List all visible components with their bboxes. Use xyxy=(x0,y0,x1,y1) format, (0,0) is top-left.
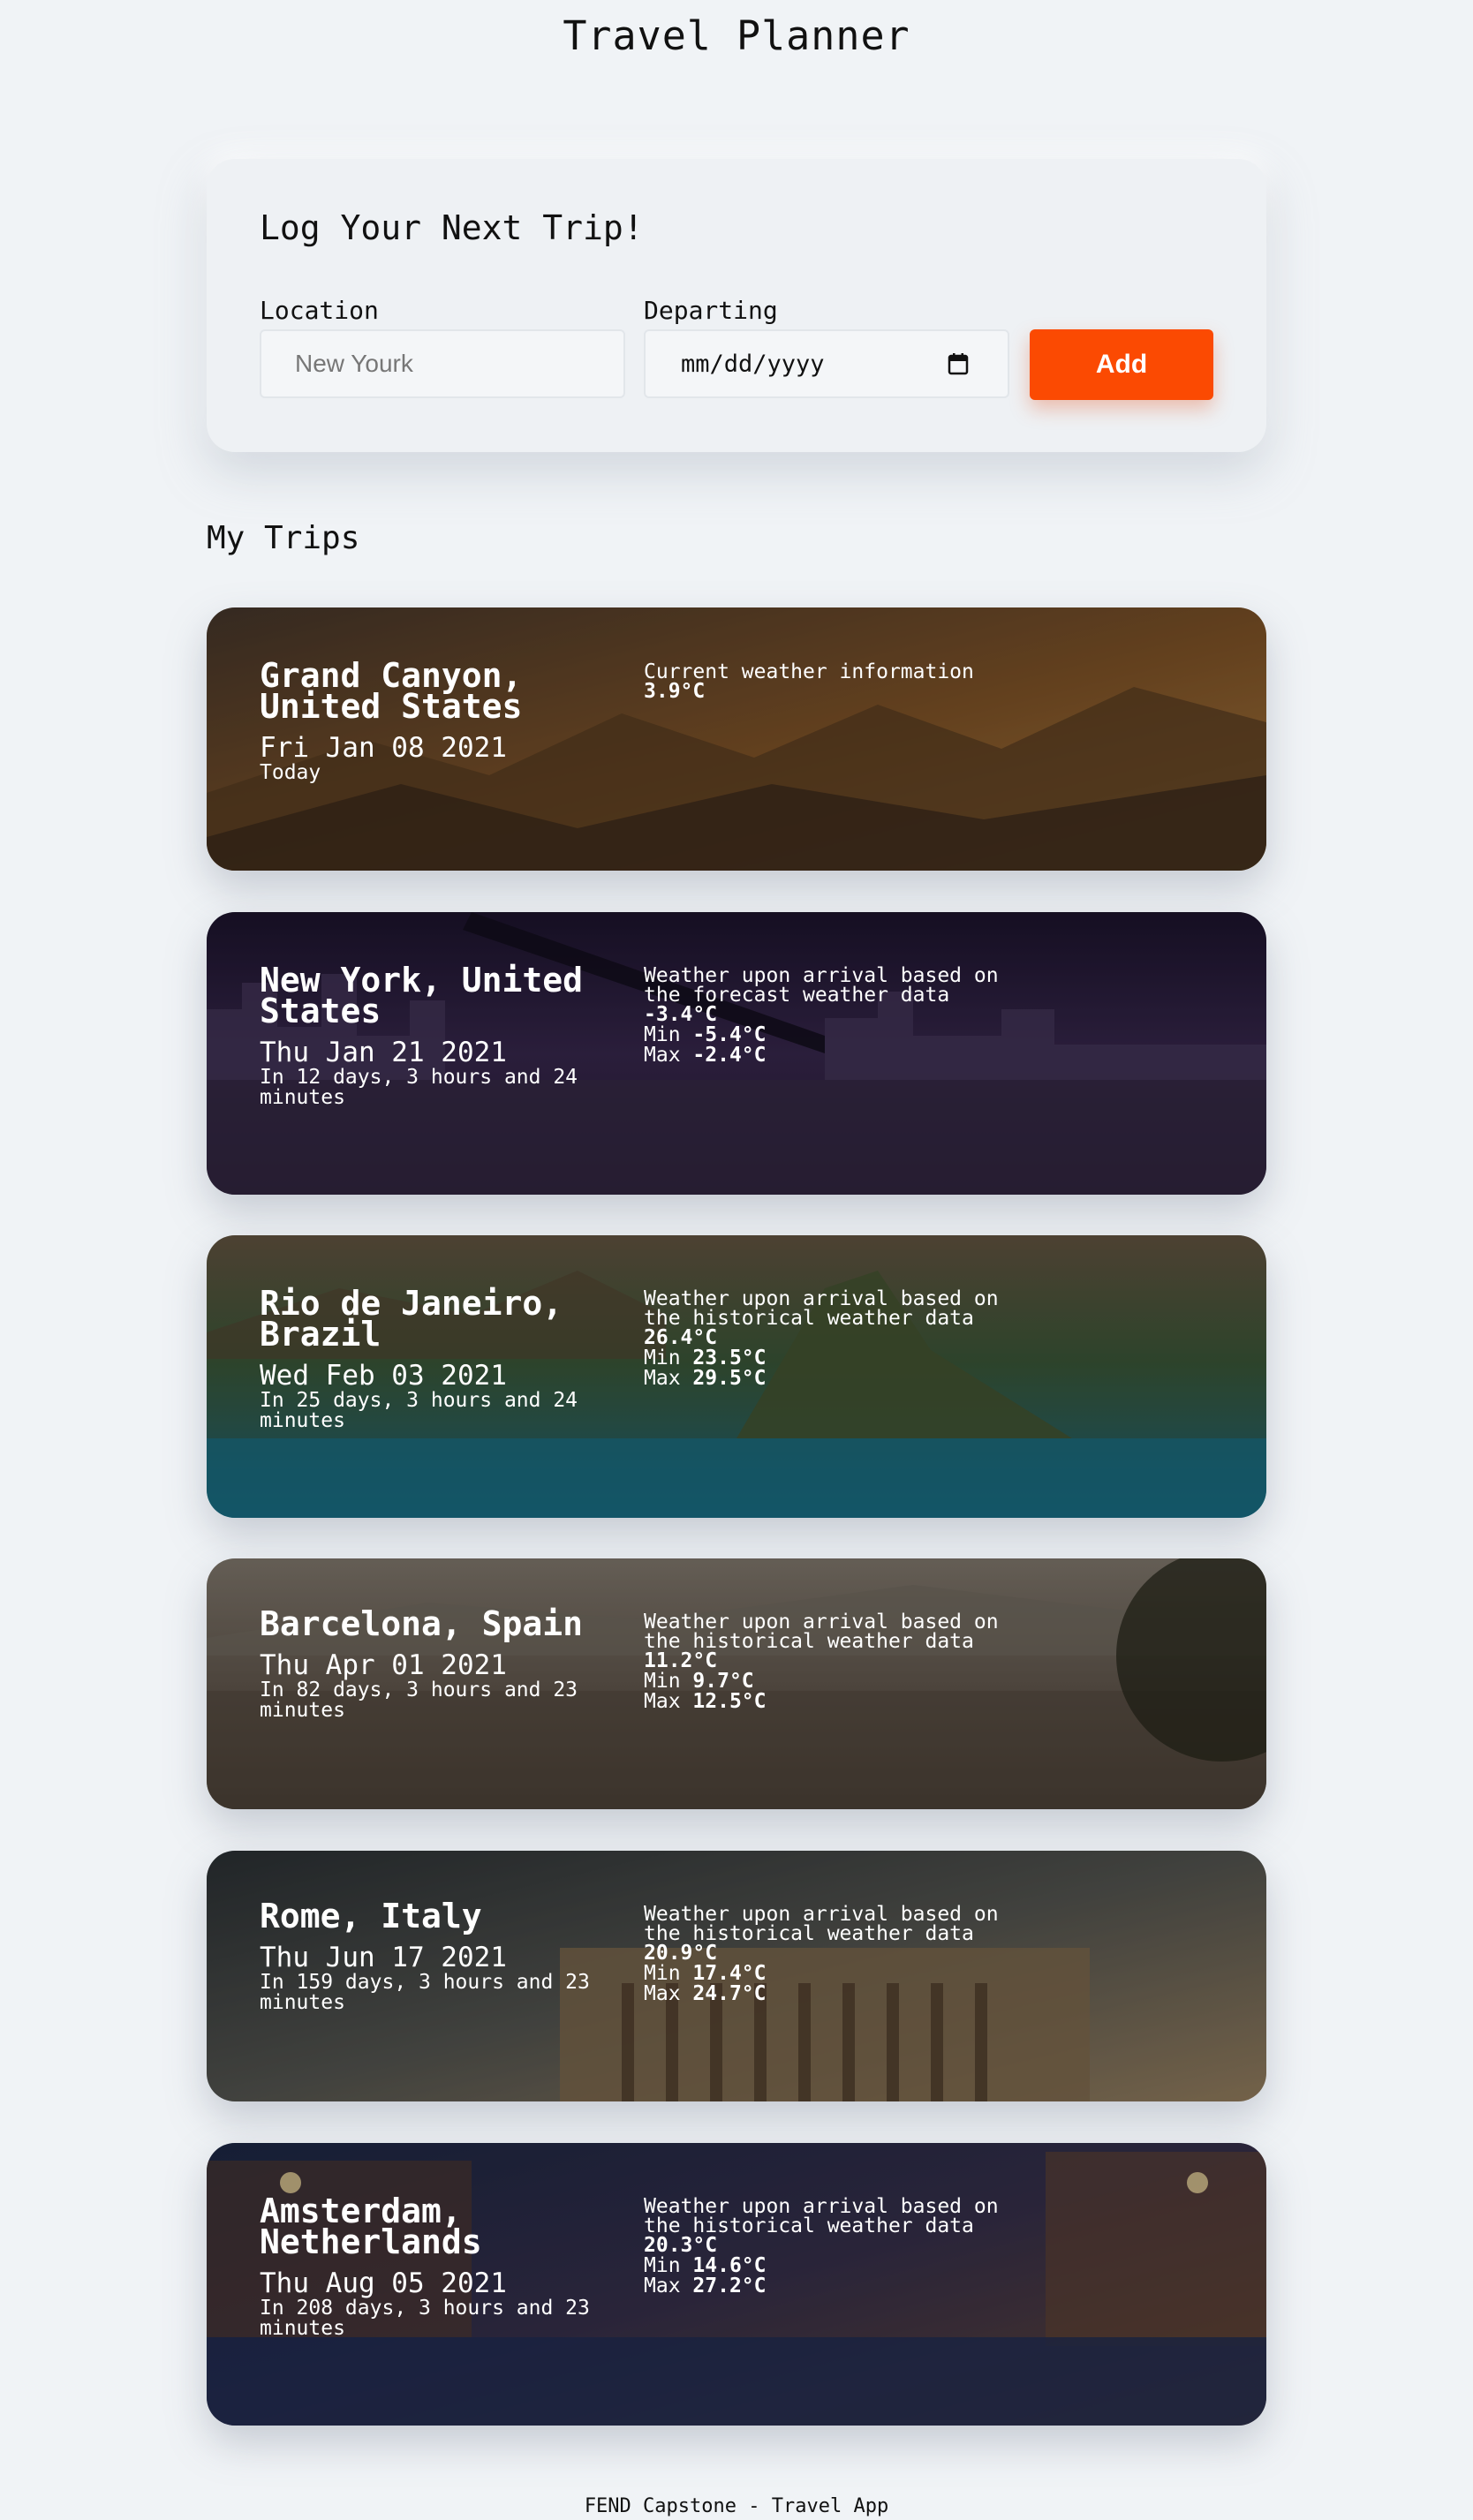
weather-min: Min 23.5°C xyxy=(644,1347,767,1369)
weather-max: Max 12.5°C xyxy=(644,1690,767,1713)
form-title: Log Your Next Trip! xyxy=(260,208,644,247)
trip-countdown: Today xyxy=(260,761,321,784)
departing-date-input[interactable]: mm/dd/yyyy xyxy=(644,329,1009,398)
departing-label: Departing xyxy=(644,296,778,325)
weather-temperature: 11.2°C xyxy=(644,1649,718,1672)
footer: FEND Capstone - Travel App xyxy=(584,2495,889,2517)
trip-date: Thu Jun 17 2021 xyxy=(260,1942,507,1973)
location-placeholder: New Yourk xyxy=(295,350,413,377)
trip-form: Log Your Next Trip! Location Departing N… xyxy=(207,159,1266,452)
trip-location: Barcelona, Spain xyxy=(260,1604,584,1643)
location-label: Location xyxy=(260,296,379,325)
trip-countdown: In 208 days, 3 hours and 23 minutes xyxy=(260,2297,590,2340)
trip-date: Wed Feb 03 2021 xyxy=(260,1360,507,1392)
trip-card: Amsterdam, Netherlands Thu Aug 05 2021 I… xyxy=(207,2143,1266,2426)
trip-card: Barcelona, Spain Thu Apr 01 2021 In 82 d… xyxy=(207,1558,1266,1809)
weather-max: Max 27.2°C xyxy=(644,2275,767,2297)
trip-countdown: In 12 days, 3 hours and 24 minutes xyxy=(260,1066,578,1109)
trip-location: Rio de Janeiro, Brazil xyxy=(260,1284,563,1354)
trip-card: Grand Canyon, United States Fri Jan 08 2… xyxy=(207,607,1266,871)
weather-description: Weather upon arrival based on the foreca… xyxy=(644,964,999,1007)
trip-location: New York, United States xyxy=(260,961,584,1030)
weather-description: Weather upon arrival based on the histor… xyxy=(644,1903,999,1945)
trips-heading: My Trips xyxy=(207,520,360,556)
weather-min: Min 9.7°C xyxy=(644,1670,754,1693)
weather-description: Current weather information xyxy=(644,660,974,683)
weather-temperature: 20.3°C xyxy=(644,2234,718,2257)
trip-card: Rome, Italy Thu Jun 17 2021 In 159 days,… xyxy=(207,1851,1266,2101)
date-placeholder: mm/dd/yyyy xyxy=(681,350,825,378)
weather-temperature: -3.4°C xyxy=(644,1003,718,1026)
trip-card: Rio de Janeiro, Brazil Wed Feb 03 2021 I… xyxy=(207,1235,1266,1518)
trip-countdown: In 25 days, 3 hours and 24 minutes xyxy=(260,1389,578,1432)
weather-min: Min 17.4°C xyxy=(644,1962,767,1985)
trip-date: Thu Aug 05 2021 xyxy=(260,2267,507,2299)
trip-date: Thu Apr 01 2021 xyxy=(260,1649,507,1681)
location-input[interactable]: New Yourk xyxy=(260,329,625,398)
trip-date: Fri Jan 08 2021 xyxy=(260,732,507,764)
trip-location: Rome, Italy xyxy=(260,1897,482,1935)
trip-card: New York, United States Thu Jan 21 2021 … xyxy=(207,912,1266,1195)
trip-countdown: In 159 days, 3 hours and 23 minutes xyxy=(260,1971,590,2014)
weather-max: Max 29.5°C xyxy=(644,1367,767,1390)
weather-description: Weather upon arrival based on the histor… xyxy=(644,2195,999,2237)
calendar-icon[interactable] xyxy=(948,352,969,375)
weather-temperature: 3.9°C xyxy=(644,680,706,703)
weather-max: Max 24.7°C xyxy=(644,1982,767,2005)
weather-description: Weather upon arrival based on the histor… xyxy=(644,1287,999,1330)
add-button[interactable]: Add xyxy=(1030,329,1213,400)
weather-temperature: 26.4°C xyxy=(644,1326,718,1349)
weather-description: Weather upon arrival based on the histor… xyxy=(644,1611,999,1653)
weather-temperature: 20.9°C xyxy=(644,1942,718,1965)
app-title: Travel Planner xyxy=(563,12,910,59)
trip-location: Grand Canyon, United States xyxy=(260,656,523,726)
trip-location: Amsterdam, Netherlands xyxy=(260,2192,482,2261)
trip-countdown: In 82 days, 3 hours and 23 minutes xyxy=(260,1679,578,1722)
weather-max: Max -2.4°C xyxy=(644,1044,767,1067)
weather-min: Min 14.6°C xyxy=(644,2254,767,2277)
weather-min: Min -5.4°C xyxy=(644,1023,767,1046)
trip-date: Thu Jan 21 2021 xyxy=(260,1037,507,1068)
